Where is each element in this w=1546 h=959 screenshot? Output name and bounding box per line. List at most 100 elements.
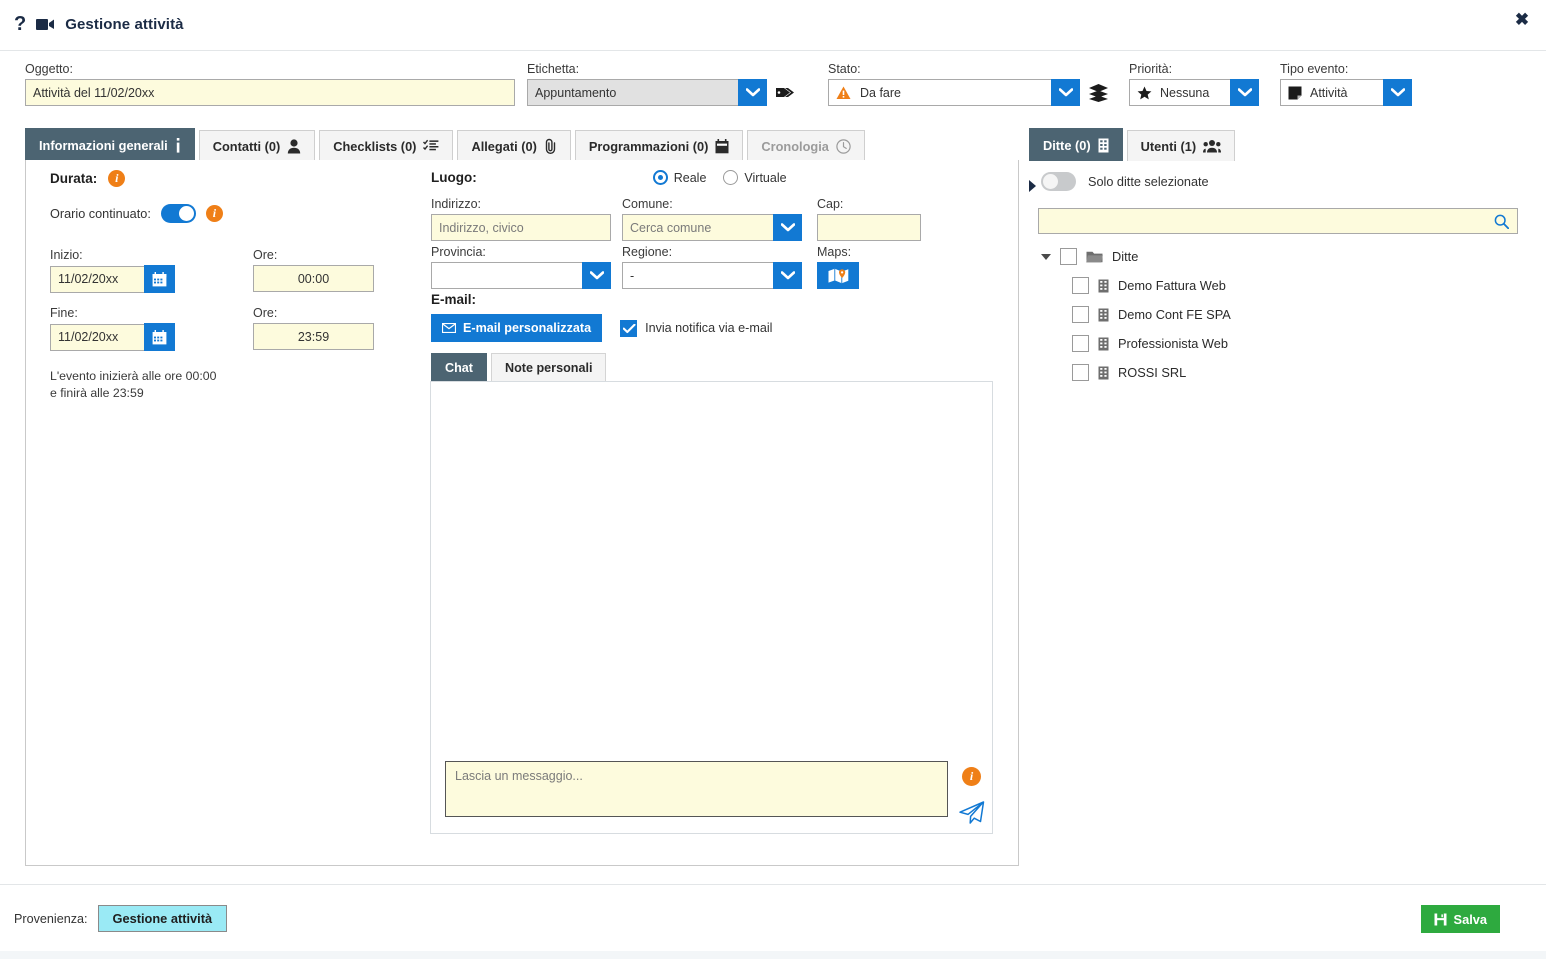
tipo-evento-label: Tipo evento: xyxy=(1280,62,1349,76)
tree-item-row[interactable]: Professionista Web xyxy=(1038,329,1518,358)
orario-continuato-toggle[interactable] xyxy=(160,204,196,223)
ditte-search-input[interactable] xyxy=(1039,209,1494,233)
close-icon[interactable]: ✖ xyxy=(1508,5,1536,33)
maps-field-group: Maps: xyxy=(817,245,859,289)
tree-expand-chevron-icon[interactable] xyxy=(1041,253,1051,260)
tab-programmazioni[interactable]: Programmazioni (0) xyxy=(574,130,744,161)
tree-root-row[interactable]: Ditte xyxy=(1038,242,1518,271)
tree-item-row[interactable]: ROSSI SRL xyxy=(1038,358,1518,387)
search-icon[interactable] xyxy=(1494,214,1517,229)
tab-contatti[interactable]: Contatti (0) xyxy=(198,130,316,161)
tab-informazioni-generali[interactable]: Informazioni generali xyxy=(25,128,195,161)
invia-notifica-checkbox[interactable] xyxy=(620,319,638,337)
video-camera-icon xyxy=(36,18,55,31)
provincia-select-value[interactable] xyxy=(431,262,582,289)
layers-icon[interactable] xyxy=(1088,83,1109,102)
regione-label: Regione: xyxy=(622,245,673,259)
comune-field-group: Comune: xyxy=(622,197,802,241)
comune-label: Comune: xyxy=(622,197,673,211)
solo-ditte-selezionate-label: Solo ditte selezionate xyxy=(1088,174,1209,189)
durata-info-icon[interactable]: i xyxy=(108,170,126,187)
solo-ditte-selezionate-toggle[interactable] xyxy=(1041,172,1076,191)
tipo-evento-field-group: Tipo evento: Attività xyxy=(1280,62,1412,106)
regione-chevron-down-icon[interactable] xyxy=(773,262,802,289)
email-personalizzata-button[interactable]: E-mail personalizzata xyxy=(431,314,603,342)
luogo-radio-virtuale[interactable] xyxy=(723,170,739,185)
tree-item-row[interactable]: Demo Cont FE SPA xyxy=(1038,300,1518,329)
indirizzo-input[interactable] xyxy=(431,214,611,241)
tipo-evento-select-value[interactable]: Attività xyxy=(1280,79,1383,106)
stato-value-text: Da fare xyxy=(860,85,901,100)
tree-item-checkbox[interactable] xyxy=(1072,335,1089,352)
tree-item-label: Demo Fattura Web xyxy=(1118,278,1226,293)
tab-ditte[interactable]: Ditte (0) xyxy=(1029,128,1123,161)
regione-select-value[interactable] xyxy=(622,262,773,289)
inizio-ore-input[interactable] xyxy=(253,265,374,292)
luogo-radio-virtuale-label: Virtuale xyxy=(744,170,787,185)
fine-calendar-icon[interactable] xyxy=(144,323,175,351)
tab-allegati-label: Allegati (0) xyxy=(471,138,537,154)
tab-informazioni-generali-label: Informazioni generali xyxy=(39,137,168,153)
invia-notifica-label: Invia notifica via e-mail xyxy=(645,321,773,335)
fine-ore-input[interactable] xyxy=(253,323,374,350)
save-button[interactable]: Salva xyxy=(1420,905,1500,933)
etichetta-label: Etichetta: xyxy=(527,62,580,76)
stato-chevron-down-icon[interactable] xyxy=(1051,79,1080,106)
tab-utenti-label: Utenti (1) xyxy=(1140,138,1197,154)
tree-root-checkbox[interactable] xyxy=(1060,248,1077,265)
cap-input[interactable] xyxy=(817,214,921,241)
email-personalizzata-label: E-mail personalizzata xyxy=(463,321,592,335)
priorita-select-value[interactable]: Nessuna xyxy=(1129,79,1230,106)
etichetta-chevron-down-icon[interactable] xyxy=(738,79,767,106)
tree-item-checkbox[interactable] xyxy=(1072,364,1089,381)
subtab-chat[interactable]: Chat xyxy=(431,353,487,381)
stato-select-value[interactable]: Da fare xyxy=(828,79,1051,106)
tab-utenti[interactable]: Utenti (1) xyxy=(1126,130,1236,161)
chat-message-input[interactable] xyxy=(445,761,948,817)
luogo-radio-reale[interactable] xyxy=(652,170,668,185)
durata-section: Durata: i Orario continuato: i Inizio: O… xyxy=(50,170,430,400)
tree-item-checkbox[interactable] xyxy=(1072,306,1089,323)
durata-hint-line2: e finirà alle 23:59 xyxy=(50,386,144,400)
tab-ditte-label: Ditte (0) xyxy=(1043,137,1091,153)
person-icon xyxy=(287,138,301,154)
provenienza-badge[interactable]: Gestione attività xyxy=(97,905,228,932)
fine-date-input[interactable] xyxy=(50,323,144,351)
building-icon xyxy=(1098,366,1109,380)
help-icon[interactable]: ? xyxy=(14,14,26,34)
tab-cronologia[interactable]: Cronologia xyxy=(747,130,865,161)
provincia-chevron-down-icon[interactable] xyxy=(582,262,611,289)
clock-icon xyxy=(836,138,851,154)
comune-input[interactable] xyxy=(622,214,773,241)
chat-message-list[interactable] xyxy=(431,382,992,755)
tab-cronologia-label: Cronologia xyxy=(761,138,829,154)
tag-icon[interactable] xyxy=(775,84,796,101)
tree-item-row[interactable]: Demo Fattura Web xyxy=(1038,271,1518,300)
paper-plane-icon[interactable] xyxy=(958,800,985,828)
users-icon xyxy=(1203,139,1222,153)
tipo-evento-chevron-down-icon[interactable] xyxy=(1383,79,1412,106)
tree-item-checkbox[interactable] xyxy=(1072,277,1089,294)
email-section: E-mail: E-mail personalizzata Invia noti… xyxy=(431,292,772,342)
orario-continuato-info-icon[interactable]: i xyxy=(205,205,223,222)
provincia-field-group: Provincia: xyxy=(431,245,611,289)
map-icon[interactable] xyxy=(817,262,859,289)
inizio-label: Inizio: xyxy=(50,248,83,262)
cap-field-group: Cap: xyxy=(817,197,921,241)
durata-hint: L'evento inizierà alle ore 00:00 e finir… xyxy=(50,368,216,402)
solo-ditte-filter-row: Solo ditte selezionate xyxy=(1041,172,1209,191)
subtab-note-personali[interactable]: Note personali xyxy=(491,353,607,381)
fine-field-group: Fine: xyxy=(50,306,175,351)
priorita-chevron-down-icon[interactable] xyxy=(1230,79,1259,106)
panel-collapse-icon[interactable] xyxy=(1029,180,1036,192)
comune-chevron-down-icon[interactable] xyxy=(773,214,802,241)
orario-continuato-label: Orario continuato: xyxy=(50,206,151,221)
oggetto-input[interactable] xyxy=(25,79,515,106)
tab-checklists[interactable]: Checklists (0) xyxy=(319,130,454,161)
inizio-calendar-icon[interactable] xyxy=(144,265,175,293)
tab-allegati[interactable]: Allegati (0) xyxy=(457,130,571,161)
chat-info-icon[interactable]: i xyxy=(962,767,981,786)
tab-contatti-label: Contatti (0) xyxy=(212,138,281,154)
etichetta-select-value[interactable] xyxy=(527,79,738,106)
inizio-date-input[interactable] xyxy=(50,265,144,293)
